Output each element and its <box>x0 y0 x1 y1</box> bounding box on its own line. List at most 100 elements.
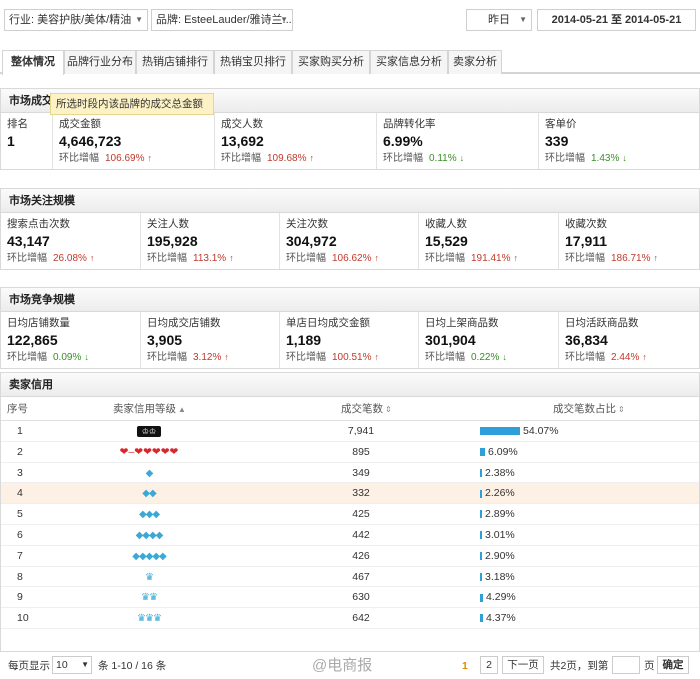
deal-count-cell: 630 <box>352 591 370 604</box>
share-value: 2.26% <box>485 487 515 500</box>
table-row: 3 ◆ 349 2.38% <box>1 463 699 484</box>
date-range-picker[interactable]: 2014-05-21 至 2014-05-21 <box>537 9 696 31</box>
metric-label: 日均活跃商品数 <box>565 317 639 329</box>
share-value: 4.37% <box>486 612 516 625</box>
page-2-button[interactable]: 2 <box>480 656 498 674</box>
row-index: 4 <box>17 487 23 500</box>
share-bar <box>480 614 483 623</box>
tooltip: 所选时段内该品牌的成交总金额 <box>50 93 214 115</box>
tab-hot-shops[interactable]: 热销店铺排行 <box>136 50 214 74</box>
per-page-select[interactable]: 10 ▼ <box>52 656 92 674</box>
section-title: 市场竞争规模 <box>1 288 699 312</box>
metric-value: 195,928 <box>147 233 198 249</box>
diamond-level-icon: ◆◆◆◆◆ <box>132 550 166 562</box>
deal-share-cell: 6.09% <box>480 442 680 463</box>
deal-count-cell: 349 <box>352 466 370 479</box>
arrow-up-icon: ↑ <box>374 352 379 362</box>
deal-count-cell: 425 <box>352 508 370 521</box>
change-value: 106.62% <box>332 253 372 264</box>
change-label: 环比增幅 <box>286 253 326 264</box>
credit-level-cell: ◆◆◆◆◆ <box>101 546 197 567</box>
share-bar <box>480 552 482 560</box>
tab-buyer-purchase[interactable]: 买家购买分析 <box>292 50 370 74</box>
metric-value: 6.99% <box>383 133 423 149</box>
arrow-down-icon: ↓ <box>459 153 465 163</box>
rank-label: 排名 <box>7 118 28 130</box>
range-text: 条 1-10 / 16 条 <box>98 660 167 672</box>
metric-label: 收藏人数 <box>425 218 467 230</box>
share-bar <box>480 510 482 519</box>
share-bar <box>480 468 482 477</box>
date-range-value: 2014-05-21 至 2014-05-21 <box>551 14 682 26</box>
metric-cell: 搜索点击次数 43,147 环比增幅 26.08% ↑ <box>1 213 141 269</box>
change-value: 191.41% <box>471 253 511 264</box>
col-deal-count[interactable]: 成交笔数 ⇕ <box>341 397 392 421</box>
row-index: 9 <box>17 591 23 604</box>
metric-cell: 关注次数 304,972 环比增幅 106.62% ↑ <box>280 213 419 269</box>
share-value: 3.18% <box>485 570 515 583</box>
share-value: 2.90% <box>485 549 515 562</box>
share-value: 2.38% <box>485 466 515 479</box>
col-credit-level[interactable]: 卖家信用等级 ▲ <box>113 397 186 421</box>
change-label: 环比增幅 <box>147 352 187 363</box>
table-row: 9 ♛♛ 630 4.29% <box>1 587 699 609</box>
deal-share-cell: 2.90% <box>480 546 680 567</box>
sort-icon: ▲ <box>178 405 186 414</box>
arrow-up-icon: ↑ <box>309 153 314 163</box>
deal-share-cell: 54.07% <box>480 421 680 442</box>
metric-cell: 日均上架商品数 301,904 环比增幅 0.22% ↓ <box>419 312 559 368</box>
tab-overview[interactable]: 整体情况 <box>2 50 64 75</box>
page-current[interactable]: 1 <box>462 658 468 674</box>
diamond-level-icon: ◆ <box>145 467 154 479</box>
table-body: 1 ♔♔ 7,941 54.07% 2 ❤–❤❤❤❤❤ 895 6.09% 3 ◆ 349 2.38%… <box>1 421 699 629</box>
next-page-button[interactable]: 下一页 <box>502 656 544 674</box>
metric-label: 搜索点击次数 <box>7 218 70 230</box>
metric-value: 304,972 <box>286 233 337 249</box>
credit-level-cell: ◆◆ <box>101 483 197 504</box>
credit-level-cell: ♛♛ <box>101 587 197 608</box>
deal-count-cell: 642 <box>352 612 370 625</box>
crown-level-icon: ♛♛♛ <box>137 613 162 625</box>
table-row: 1 ♔♔ 7,941 54.07% <box>1 421 699 442</box>
chevron-down-icon: ▼ <box>135 15 143 24</box>
row-index: 2 <box>17 445 23 458</box>
col-deal-share[interactable]: 成交笔数占比 ⇕ <box>553 397 625 421</box>
tab-brand-industry[interactable]: 品牌行业分布 <box>64 50 136 74</box>
tab-hot-items[interactable]: 热销宝贝排行 <box>214 50 292 74</box>
arrow-up-icon: ↑ <box>374 253 379 263</box>
period-select-value: 昨日 <box>488 14 510 26</box>
share-bar <box>480 448 485 457</box>
confirm-button[interactable]: 确定 <box>657 656 689 674</box>
change-label: 环比增幅 <box>7 253 47 264</box>
share-value: 54.07% <box>523 425 559 437</box>
industry-select[interactable]: 行业: 美容护肤/美体/精油 ▼ <box>4 9 148 31</box>
row-index: 6 <box>17 528 23 541</box>
deal-share-cell: 4.29% <box>480 587 680 608</box>
period-select[interactable]: 昨日 ▼ <box>466 9 532 31</box>
deal-count-cell: 332 <box>352 487 370 500</box>
tab-seller[interactable]: 卖家分析 <box>448 50 502 74</box>
diamond-level-icon: ◆◆◆ <box>138 509 160 521</box>
metric-label: 关注人数 <box>147 218 189 230</box>
share-value: 4.29% <box>486 591 516 604</box>
brand-select[interactable]: 品牌: EsteeLauder/雅诗兰... ▼ <box>151 9 293 31</box>
sort-icon: ⇕ <box>385 405 392 414</box>
deal-share-cell: 3.01% <box>480 525 680 546</box>
per-page-label: 每页显示 <box>8 660 50 672</box>
tab-buyer-info[interactable]: 买家信息分析 <box>370 50 448 74</box>
metric-cell: 日均活跃商品数 36,834 环比增幅 2.44% ↑ <box>559 312 699 368</box>
deal-count-cell: 7,941 <box>347 425 375 437</box>
row-index: 8 <box>17 570 23 583</box>
row-index: 3 <box>17 466 23 479</box>
credit-level-cell: ◆◆◆ <box>101 504 197 525</box>
goto-page-input[interactable] <box>612 656 640 674</box>
metric-label: 成交金额 <box>59 118 101 130</box>
col-credit-level-label: 卖家信用等级 <box>113 403 176 415</box>
deal-count-cell: 426 <box>352 549 370 562</box>
metric-label: 单店日均成交金额 <box>286 317 370 329</box>
metric-value: 43,147 <box>7 233 50 249</box>
page-unit: 页 <box>644 660 655 672</box>
deal-share-cell: 4.37% <box>480 608 680 629</box>
arrow-down-icon: ↓ <box>502 352 507 362</box>
filter-bar: 行业: 美容护肤/美体/精油 ▼ 品牌: EsteeLauder/雅诗兰... ▼ … <box>0 0 700 40</box>
